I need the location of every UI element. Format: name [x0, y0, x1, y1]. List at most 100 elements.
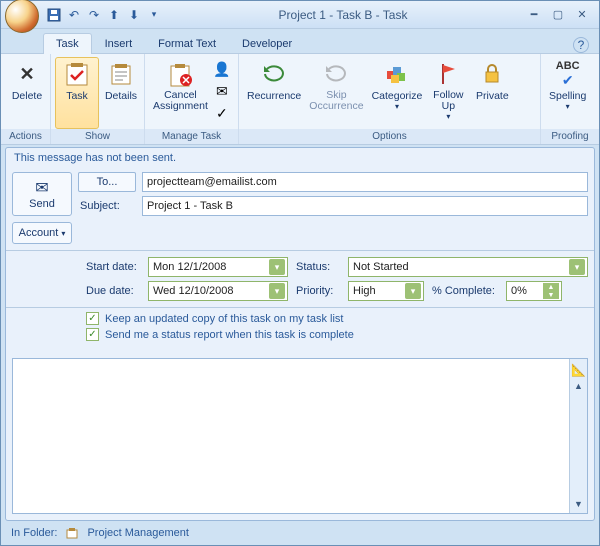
quick-access-toolbar: ↶ ↷ ⬆ ⬇ ▾: [45, 6, 163, 24]
envelope-icon: ✉: [35, 178, 48, 198]
cancel-assignment-button[interactable]: Cancel Assignment: [149, 57, 212, 129]
details-button[interactable]: Details: [99, 57, 143, 129]
tab-developer[interactable]: Developer: [229, 33, 305, 54]
private-label: Private: [476, 90, 509, 102]
redo-icon[interactable]: ↷: [85, 6, 103, 24]
chevron-down-icon: ▾: [566, 102, 570, 111]
info-bar: This message has not been sent.: [6, 148, 594, 168]
status-report-checkbox[interactable]: ✓: [86, 328, 99, 341]
assign-task-icon[interactable]: 👤: [212, 59, 232, 79]
keep-copy-label: Keep an updated copy of this task on my …: [105, 313, 343, 325]
in-folder-value: Project Management: [87, 527, 189, 539]
chevron-down-icon: ▾: [446, 112, 450, 121]
priority-label: Priority:: [294, 285, 342, 297]
tab-insert[interactable]: Insert: [92, 33, 146, 54]
due-date-label: Due date:: [84, 285, 142, 297]
spelling-label: Spelling: [549, 90, 586, 102]
task-view-button[interactable]: Task: [55, 57, 99, 129]
pct-complete-value: 0%: [511, 285, 527, 297]
manage-small-buttons: 👤 ✉ ✓: [212, 57, 232, 123]
titlebar: ↶ ↷ ⬆ ⬇ ▾ Project 1 - Task B - Task ━ ▢ …: [1, 1, 599, 29]
pct-complete-spinner[interactable]: 0% ▲▼: [506, 281, 562, 301]
recurrence-button[interactable]: Recurrence: [243, 57, 305, 129]
recurrence-icon: [260, 60, 288, 88]
due-date-picker[interactable]: Wed 12/10/2008 ▾: [148, 281, 288, 301]
scroll-up-icon[interactable]: ▲: [574, 381, 583, 391]
account-label: Account: [19, 227, 59, 239]
subject-field[interactable]: [142, 196, 588, 216]
categorize-label: Categorize: [372, 90, 423, 102]
spelling-button[interactable]: ABC✔ Spelling ▾: [545, 57, 590, 129]
details-label: Details: [105, 90, 137, 102]
cancel-assignment-label: Cancel Assignment: [153, 90, 208, 112]
group-proofing-label: Proofing: [541, 129, 599, 144]
delete-icon: ✕: [13, 60, 41, 88]
send-status-icon[interactable]: ✉: [212, 81, 232, 101]
tab-task[interactable]: Task: [43, 33, 92, 54]
delete-label: Delete: [12, 90, 42, 102]
send-button[interactable]: ✉ Send: [12, 172, 72, 216]
task-body-editor[interactable]: 📐 ▲ ▼: [12, 358, 588, 514]
keep-copy-checkbox[interactable]: ✓: [86, 312, 99, 325]
to-field[interactable]: [142, 172, 588, 192]
chevron-down-icon: ▾: [395, 102, 399, 111]
task-view-label: Task: [66, 90, 88, 102]
flag-icon: [434, 60, 462, 88]
skip-label: Skip Occurrence: [309, 90, 363, 112]
next-icon[interactable]: ⬇: [125, 6, 143, 24]
mark-complete-icon[interactable]: ✓: [212, 103, 232, 123]
skip-icon: [322, 60, 350, 88]
recurrence-label: Recurrence: [247, 90, 301, 102]
status-report-label: Send me a status report when this task i…: [105, 329, 354, 341]
details-icon: [107, 60, 135, 88]
to-button[interactable]: To...: [78, 172, 136, 192]
save-icon[interactable]: [45, 6, 63, 24]
help-icon[interactable]: ?: [573, 37, 589, 53]
priority-dropdown[interactable]: High▾: [348, 281, 424, 301]
group-show-label: Show: [51, 129, 144, 144]
spin-up-icon[interactable]: ▲: [543, 283, 559, 291]
status-label: Status:: [294, 261, 342, 273]
status-value: Not Started: [353, 261, 409, 273]
task-icon: [63, 60, 91, 88]
ribbon-tabs: Task Insert Format Text Developer ?: [1, 29, 599, 53]
maximize-button[interactable]: ▢: [547, 7, 569, 23]
delete-button[interactable]: ✕ Delete: [5, 57, 49, 129]
prev-icon[interactable]: ⬆: [105, 6, 123, 24]
ribbon: ✕ Delete Actions Task Details Show: [1, 53, 599, 145]
due-date-value: Wed 12/10/2008: [153, 285, 234, 297]
status-dropdown[interactable]: Not Started ▾: [348, 257, 588, 277]
follow-up-button[interactable]: Follow Up▾: [426, 57, 470, 129]
follow-up-label: Follow Up: [433, 90, 463, 112]
qat-more-icon[interactable]: ▾: [145, 6, 163, 24]
tab-format-text[interactable]: Format Text: [145, 33, 229, 54]
lock-icon: [478, 60, 506, 88]
start-date-label: Start date:: [84, 261, 142, 273]
chevron-down-icon: ▾: [269, 259, 285, 275]
chevron-down-icon: ▾: [61, 229, 65, 238]
group-options-label: Options: [239, 129, 540, 144]
cancel-assignment-icon: [166, 60, 194, 88]
skip-occurrence-button[interactable]: Skip Occurrence: [305, 57, 367, 129]
chevron-down-icon: ▾: [569, 259, 585, 275]
chevron-down-icon: ▾: [269, 283, 285, 299]
chevron-down-icon: ▾: [405, 283, 421, 299]
categorize-button[interactable]: Categorize ▾: [368, 57, 427, 129]
account-button[interactable]: Account ▾: [12, 222, 72, 244]
send-label: Send: [29, 198, 55, 210]
minimize-button[interactable]: ━: [523, 7, 545, 23]
start-date-picker[interactable]: Mon 12/1/2008▾: [148, 257, 288, 277]
private-button[interactable]: Private: [470, 57, 514, 129]
body-side-toolbar: 📐 ▲ ▼: [569, 359, 587, 513]
pct-complete-label: % Complete:: [430, 285, 500, 297]
close-button[interactable]: ✕: [571, 7, 593, 23]
task-window: ↶ ↷ ⬆ ⬇ ▾ Project 1 - Task B - Task ━ ▢ …: [0, 0, 600, 546]
window-title: Project 1 - Task B - Task: [163, 8, 523, 22]
scroll-down-icon[interactable]: ▼: [574, 499, 583, 509]
undo-icon[interactable]: ↶: [65, 6, 83, 24]
spin-down-icon[interactable]: ▼: [543, 291, 559, 299]
ruler-icon[interactable]: 📐: [571, 363, 586, 377]
window-controls: ━ ▢ ✕: [523, 7, 593, 23]
status-bar: In Folder: Project Management: [5, 523, 595, 543]
office-button[interactable]: [5, 0, 39, 33]
